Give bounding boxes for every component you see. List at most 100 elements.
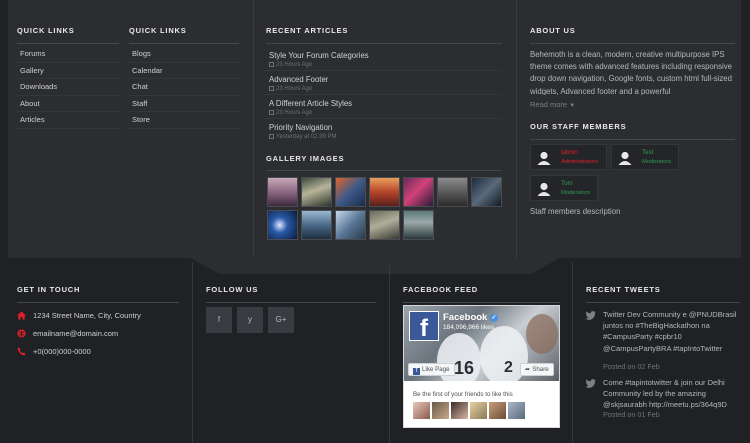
recent-articles-heading: RECENT ARTICLES bbox=[266, 26, 349, 35]
facebook-logo-icon: f bbox=[409, 311, 439, 342]
staff-name[interactable]: tatmin bbox=[561, 149, 578, 156]
about-text: Behemoth is a clean, modern, creative mu… bbox=[530, 50, 732, 95]
quick-link-gallery[interactable]: Gallery bbox=[17, 63, 119, 79]
facebook-page-widget[interactable]: 16 2 f Facebook ✓ 184,096,966 likes f Lik… bbox=[403, 305, 560, 428]
article-title[interactable]: A Different Article Styles bbox=[266, 98, 502, 109]
heading-underline bbox=[206, 302, 376, 303]
gallery-thumbnail[interactable] bbox=[267, 210, 298, 240]
gallery-thumbnail[interactable] bbox=[301, 210, 332, 240]
staff-name[interactable]: Tom bbox=[561, 180, 573, 187]
get-in-touch-heading: GET IN TOUCH bbox=[17, 285, 81, 294]
staff-member-card[interactable]: tatmin Administrators bbox=[530, 144, 607, 170]
facebook-page-name[interactable]: Facebook ✓ bbox=[443, 312, 498, 323]
quick-link-store[interactable]: Store bbox=[129, 112, 239, 129]
phone-icon bbox=[17, 347, 26, 356]
gallery-thumbnail[interactable] bbox=[437, 177, 468, 207]
heading-underline bbox=[266, 43, 502, 44]
calendar-icon bbox=[269, 133, 274, 139]
panel-notch bbox=[190, 258, 560, 274]
share-button[interactable]: ➦ Share bbox=[520, 363, 554, 376]
staff-role: Moderators bbox=[561, 190, 591, 196]
article-title[interactable]: Style Your Forum Categories bbox=[266, 50, 502, 61]
friend-avatar[interactable] bbox=[432, 402, 449, 419]
heading-underline bbox=[17, 302, 179, 303]
heading-underline bbox=[530, 139, 735, 140]
avatar-icon bbox=[534, 148, 554, 168]
gallery-thumbnail[interactable] bbox=[301, 177, 332, 207]
quick-link-blogs[interactable]: Blogs bbox=[129, 46, 239, 63]
quick-links-list: Forums Gallery Downloads About Articles bbox=[17, 46, 119, 129]
friend-avatar[interactable] bbox=[470, 402, 487, 419]
heading-underline bbox=[403, 302, 560, 303]
follow-us-heading: FOLLOW US bbox=[206, 285, 259, 294]
tweet-text: Twitter Dev Community e @PNUDBrasil junt… bbox=[603, 310, 737, 353]
gallery-thumbnail[interactable] bbox=[335, 210, 366, 240]
article-item[interactable]: Style Your Forum Categories 23 Hours Ago bbox=[266, 50, 502, 70]
staff-description: Staff members description bbox=[530, 207, 621, 216]
heading-underline bbox=[586, 302, 740, 303]
gallery-thumbnail[interactable] bbox=[403, 210, 434, 240]
friend-avatar[interactable] bbox=[413, 402, 430, 419]
staff-member-card[interactable]: Tom Moderators bbox=[530, 175, 598, 201]
article-item[interactable]: Advanced Footer 23 Hours Ago bbox=[266, 74, 502, 94]
twitter-icon[interactable]: y bbox=[237, 307, 263, 333]
staff-name[interactable]: Test bbox=[642, 149, 653, 156]
footer-top-section: QUICK LINKS Forums Gallery Downloads Abo… bbox=[0, 0, 750, 275]
article-divider bbox=[266, 94, 502, 95]
avatar-icon bbox=[615, 148, 635, 168]
calendar-icon bbox=[269, 61, 274, 67]
recent-tweets-heading: RECENT TWEETS bbox=[586, 285, 661, 294]
facebook-small-icon: f bbox=[413, 368, 420, 375]
friend-avatar[interactable] bbox=[489, 402, 506, 419]
heading-underline bbox=[530, 43, 735, 44]
article-time: Yesterday at 02:39 PM bbox=[266, 133, 502, 142]
friend-avatar[interactable] bbox=[451, 402, 468, 419]
svg-text:2: 2 bbox=[504, 359, 513, 376]
gallery-heading: GALLERY IMAGES bbox=[266, 154, 345, 163]
tweet-text: Come #tapintotwitter & join our Delhi Co… bbox=[603, 378, 727, 410]
article-title[interactable]: Advanced Footer bbox=[266, 74, 502, 85]
read-more-link[interactable]: Read more ▼ bbox=[530, 100, 575, 109]
share-icon: ➦ bbox=[525, 366, 531, 373]
tweet-date: Posted on 01 Feb bbox=[603, 410, 660, 419]
quick-link-forums[interactable]: Forums bbox=[17, 46, 119, 63]
tweet-date: Posted on 02 Feb bbox=[603, 362, 660, 371]
quick-links-heading: QUICK LINKS bbox=[17, 26, 75, 35]
avatar-icon bbox=[534, 179, 554, 199]
gallery-thumbnail[interactable] bbox=[403, 177, 434, 207]
facebook-icon[interactable]: f bbox=[206, 307, 232, 333]
svg-text:16: 16 bbox=[454, 358, 474, 378]
like-page-button[interactable]: f Like Page bbox=[408, 363, 455, 376]
quick-link-chat[interactable]: Chat bbox=[129, 79, 239, 96]
article-item[interactable]: Priority Navigation Yesterday at 02:39 P… bbox=[266, 122, 502, 142]
quick-link-downloads[interactable]: Downloads bbox=[17, 79, 119, 96]
column-divider bbox=[253, 0, 254, 258]
quick-link-calendar[interactable]: Calendar bbox=[129, 63, 239, 79]
quick-link-staff[interactable]: Staff bbox=[129, 96, 239, 112]
quick-link-about[interactable]: About bbox=[17, 96, 119, 112]
gallery-thumbnail[interactable] bbox=[267, 177, 298, 207]
friend-avatar[interactable] bbox=[508, 402, 525, 419]
facebook-feed-heading: FACEBOOK FEED bbox=[403, 285, 478, 294]
google-plus-icon[interactable]: G+ bbox=[268, 307, 294, 333]
gallery-thumbnail[interactable] bbox=[369, 177, 400, 207]
article-item[interactable]: A Different Article Styles 23 Hours Ago bbox=[266, 98, 502, 118]
about-heading: ABOUT US bbox=[530, 26, 576, 35]
column-divider bbox=[389, 262, 390, 443]
article-time: 23 Hours Ago bbox=[266, 109, 502, 118]
staff-role: Moderators bbox=[642, 159, 672, 165]
staff-role: Administrators bbox=[561, 159, 599, 165]
verified-badge-icon: ✓ bbox=[490, 314, 498, 322]
heading-underline bbox=[129, 43, 239, 44]
gallery-thumbnail[interactable] bbox=[335, 177, 366, 207]
column-divider bbox=[516, 0, 517, 258]
gallery-thumbnail[interactable] bbox=[369, 210, 400, 240]
twitter-bird-icon bbox=[585, 379, 596, 388]
staff-member-card[interactable]: Test Moderators bbox=[611, 144, 679, 170]
column-divider bbox=[572, 262, 573, 443]
gallery-thumbnail[interactable] bbox=[471, 177, 502, 207]
article-title[interactable]: Priority Navigation bbox=[266, 122, 502, 133]
article-divider bbox=[266, 70, 502, 71]
quick-link-articles[interactable]: Articles bbox=[17, 112, 119, 129]
facebook-likes-count: 184,096,966 likes bbox=[443, 324, 494, 331]
